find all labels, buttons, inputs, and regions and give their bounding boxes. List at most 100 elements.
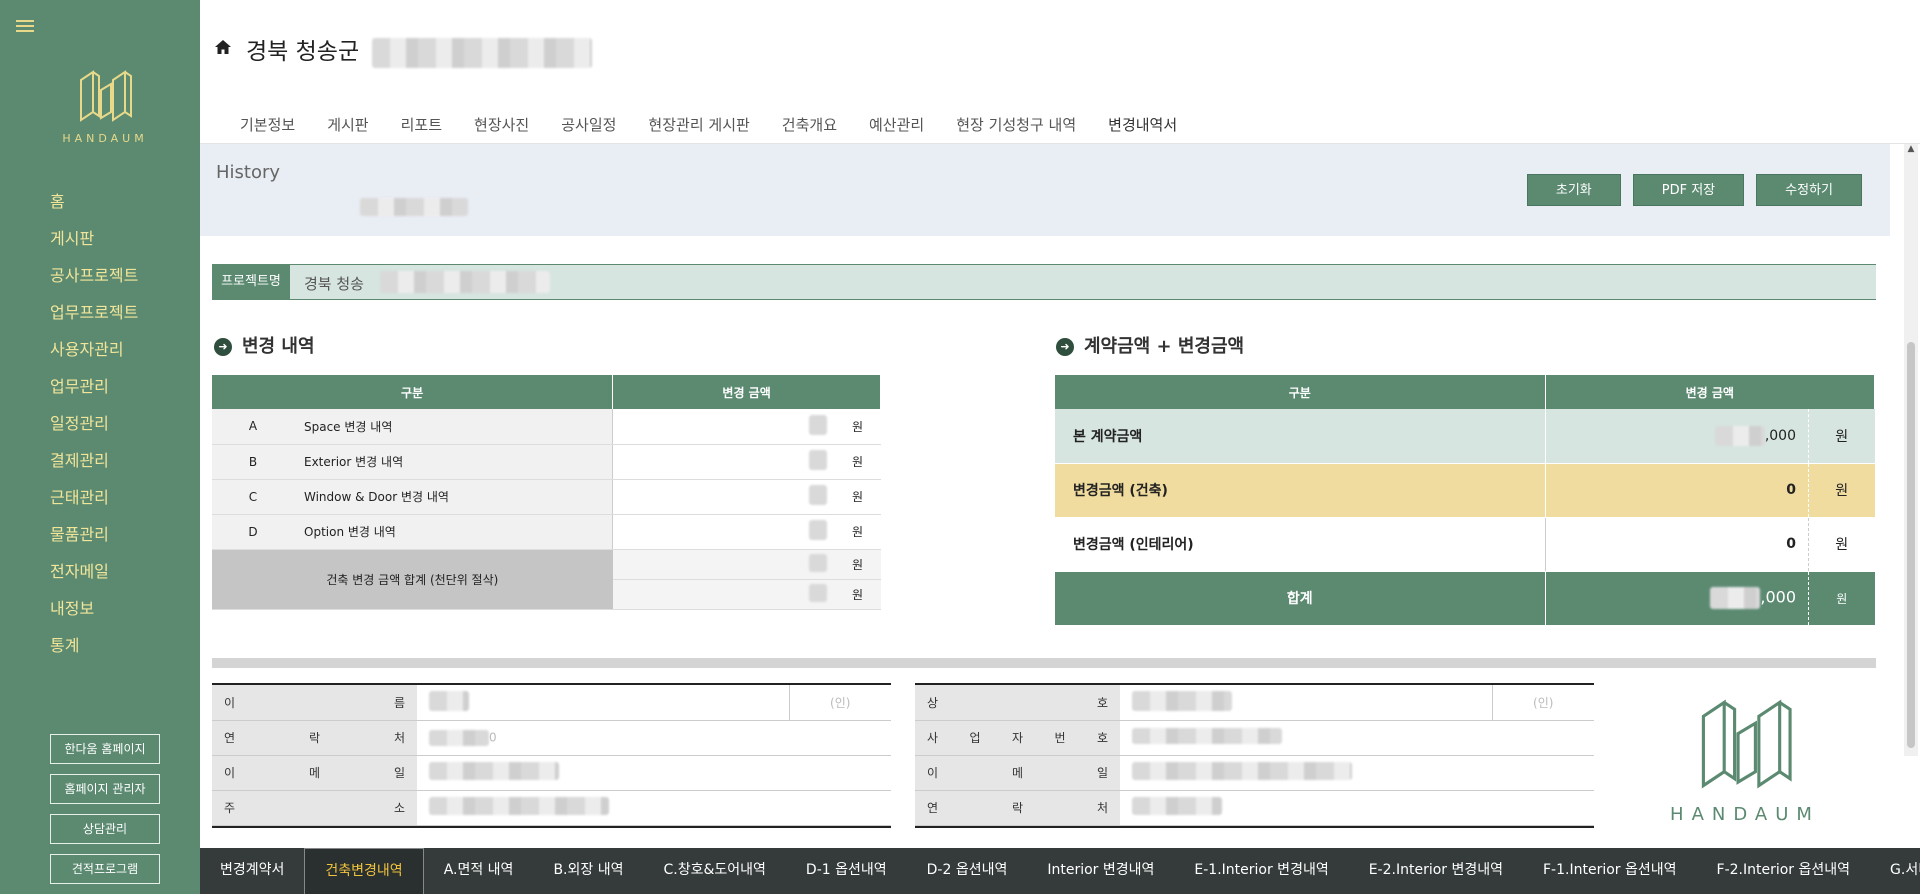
sidebar-item-schedule[interactable]: 일정관리	[50, 412, 138, 449]
sheet-tab-g-service[interactable]: G.서비	[1870, 848, 1920, 894]
sidebar-logo[interactable]: HANDAUM	[60, 68, 150, 145]
home-icon[interactable]	[214, 38, 232, 56]
sheet-tab-e2-interior[interactable]: E-2.Interior 변경내역	[1349, 848, 1523, 894]
sum-amount	[612, 579, 835, 610]
total-label: 합계	[1055, 571, 1546, 626]
total-amount-value: ,000	[1760, 587, 1796, 607]
sheet-tab-window-door[interactable]: C.창호&도어내역	[643, 848, 785, 894]
tab-board[interactable]: 게시판	[311, 110, 384, 148]
scroll-up-icon[interactable]: ▲	[1904, 144, 1918, 156]
edit-button[interactable]: 수정하기	[1756, 174, 1862, 206]
sidebar-item-user-management[interactable]: 사용자관리	[50, 338, 138, 375]
tab-building-overview[interactable]: 건축개요	[766, 110, 853, 148]
redacted-amount	[808, 520, 827, 540]
reset-button[interactable]: 초기화	[1526, 174, 1621, 206]
scrollbar-thumb[interactable]	[1907, 342, 1915, 748]
sheet-tab-interior-changes[interactable]: Interior 변경내역	[1027, 848, 1174, 894]
sheet-tab-f1-interior-options[interactable]: F-1.Interior 옵션내역	[1523, 848, 1697, 894]
sheet-tab-d2-options[interactable]: D-2 옵션내역	[907, 848, 1028, 894]
sidebar-item-work-management[interactable]: 업무관리	[50, 375, 138, 412]
logo-text: HANDAUM	[62, 132, 148, 145]
row-unit: 원	[1808, 463, 1875, 518]
tab-change-statement[interactable]: 변경내역서	[1092, 110, 1194, 148]
spread-label: 이메일	[927, 766, 1108, 780]
project-name-label: 프로젝트명	[212, 265, 290, 299]
row-amount: 0	[1545, 517, 1809, 572]
row-name: 본 계약금액	[1055, 409, 1546, 464]
row-unit: 원	[834, 409, 881, 445]
sidebar-item-home[interactable]: 홈	[50, 190, 138, 227]
history-actions: 초기화 PDF 저장 수정하기	[1515, 174, 1862, 206]
redacted-value	[1132, 762, 1352, 780]
estimate-program-button[interactable]: 견적프로그램	[50, 854, 160, 884]
row-unit: 원	[1808, 409, 1875, 464]
redacted-value	[429, 797, 609, 815]
main-content: 프로젝트명 경북 청송 ➜ 변경 내역 구분 변경 금액 A Space 변경 내…	[200, 236, 1890, 848]
contact-partial: 0	[489, 730, 497, 744]
sum-row: 건축 변경 금액 합계 (천단위 절삭) 원	[212, 549, 881, 610]
sheet-tab-building-changes[interactable]: 건축변경내역	[304, 848, 424, 894]
table-row: D Option 변경 내역 원	[212, 514, 881, 550]
homepage-admin-button[interactable]: 홈페이지 관리자	[50, 774, 160, 804]
sheet-tab-exterior[interactable]: B.외장 내역	[533, 848, 643, 894]
sheet-tab-f2-interior-options[interactable]: F-2.Interior 옵션내역	[1697, 848, 1871, 894]
row-name: Window & Door 변경 내역	[294, 479, 614, 515]
col-header-amount: 변경 금액	[612, 375, 881, 409]
sidebar-item-stats[interactable]: 통계	[50, 634, 138, 671]
page-title-text: 경북 청송군	[246, 39, 360, 65]
seal-mark: (인)	[1491, 685, 1594, 721]
row-amount	[612, 479, 835, 515]
field-value-company	[1120, 685, 1492, 721]
redacted-value	[429, 690, 469, 711]
row-amount	[612, 444, 835, 480]
field-label-email: 이메일	[212, 755, 417, 791]
sheet-tab-d1-options[interactable]: D-1 옵션내역	[786, 848, 907, 894]
sidebar-item-supplies[interactable]: 물품관리	[50, 523, 138, 560]
sidebar-item-attendance[interactable]: 근태관리	[50, 486, 138, 523]
scrollbar[interactable]: ▲	[1904, 144, 1918, 756]
sidebar-item-board[interactable]: 게시판	[50, 227, 138, 264]
tab-site-photos[interactable]: 현장사진	[458, 110, 545, 148]
tab-construction-schedule[interactable]: 공사일정	[545, 110, 632, 148]
row-code: B	[212, 444, 294, 480]
row-code: D	[212, 514, 294, 550]
field-label-name: 이름	[212, 685, 417, 721]
field-value-phone	[1120, 790, 1594, 826]
handaum-logo-icon	[80, 70, 132, 122]
tab-basic-info[interactable]: 기본정보	[224, 110, 311, 148]
sidebar-item-work-projects[interactable]: 업무프로젝트	[50, 301, 138, 338]
pdf-save-button[interactable]: PDF 저장	[1632, 174, 1745, 206]
redacted-amount	[1714, 425, 1765, 446]
table-row: 변경금액 (인테리어) 0 원	[1055, 517, 1875, 572]
sidebar-item-payment[interactable]: 결제관리	[50, 449, 138, 486]
header: 경북 청송군 기본정보 게시판 리포트 현장사진 공사일정 현장관리 게시판 건…	[200, 0, 1920, 148]
spread-label: 주소	[224, 801, 405, 815]
redacted-value	[429, 729, 489, 746]
homepage-button[interactable]: 한다움 홈페이지	[50, 734, 160, 764]
menu-icon[interactable]	[16, 20, 34, 34]
sidebar-item-email[interactable]: 전자메일	[50, 560, 138, 597]
sheet-tab-e1-interior[interactable]: E-1.Interior 변경내역	[1174, 848, 1348, 894]
consultation-button[interactable]: 상담관리	[50, 814, 160, 844]
tab-budget[interactable]: 예산관리	[853, 110, 940, 148]
sheet-tab-area[interactable]: A.면적 내역	[424, 848, 534, 894]
tab-report[interactable]: 리포트	[385, 110, 458, 148]
tab-site-board[interactable]: 현장관리 게시판	[632, 110, 765, 148]
sheet-tab-change-contract[interactable]: 변경계약서	[200, 848, 304, 894]
person-info-table: 이름 (인) 연락처 0 이메일 주소	[212, 683, 891, 828]
info-row: 연락처 0	[212, 720, 891, 756]
table-row: A Space 변경 내역 원	[212, 409, 881, 445]
redacted-value	[1132, 728, 1282, 744]
row-amount: 0	[1545, 463, 1809, 518]
tab-progress-billing[interactable]: 현장 기성청구 내역	[940, 110, 1092, 148]
field-value-business-number	[1120, 720, 1594, 756]
sidebar-item-construction-projects[interactable]: 공사프로젝트	[50, 264, 138, 301]
handaum-logo-icon	[1701, 699, 1792, 789]
field-value-email	[417, 755, 891, 791]
field-value-email	[1120, 755, 1594, 791]
field-label-address: 주소	[212, 790, 417, 826]
redacted-value	[429, 762, 559, 780]
row-unit: 원	[834, 444, 881, 480]
sidebar-item-my-info[interactable]: 내정보	[50, 597, 138, 634]
project-name-row: 프로젝트명 경북 청송	[212, 264, 1876, 300]
